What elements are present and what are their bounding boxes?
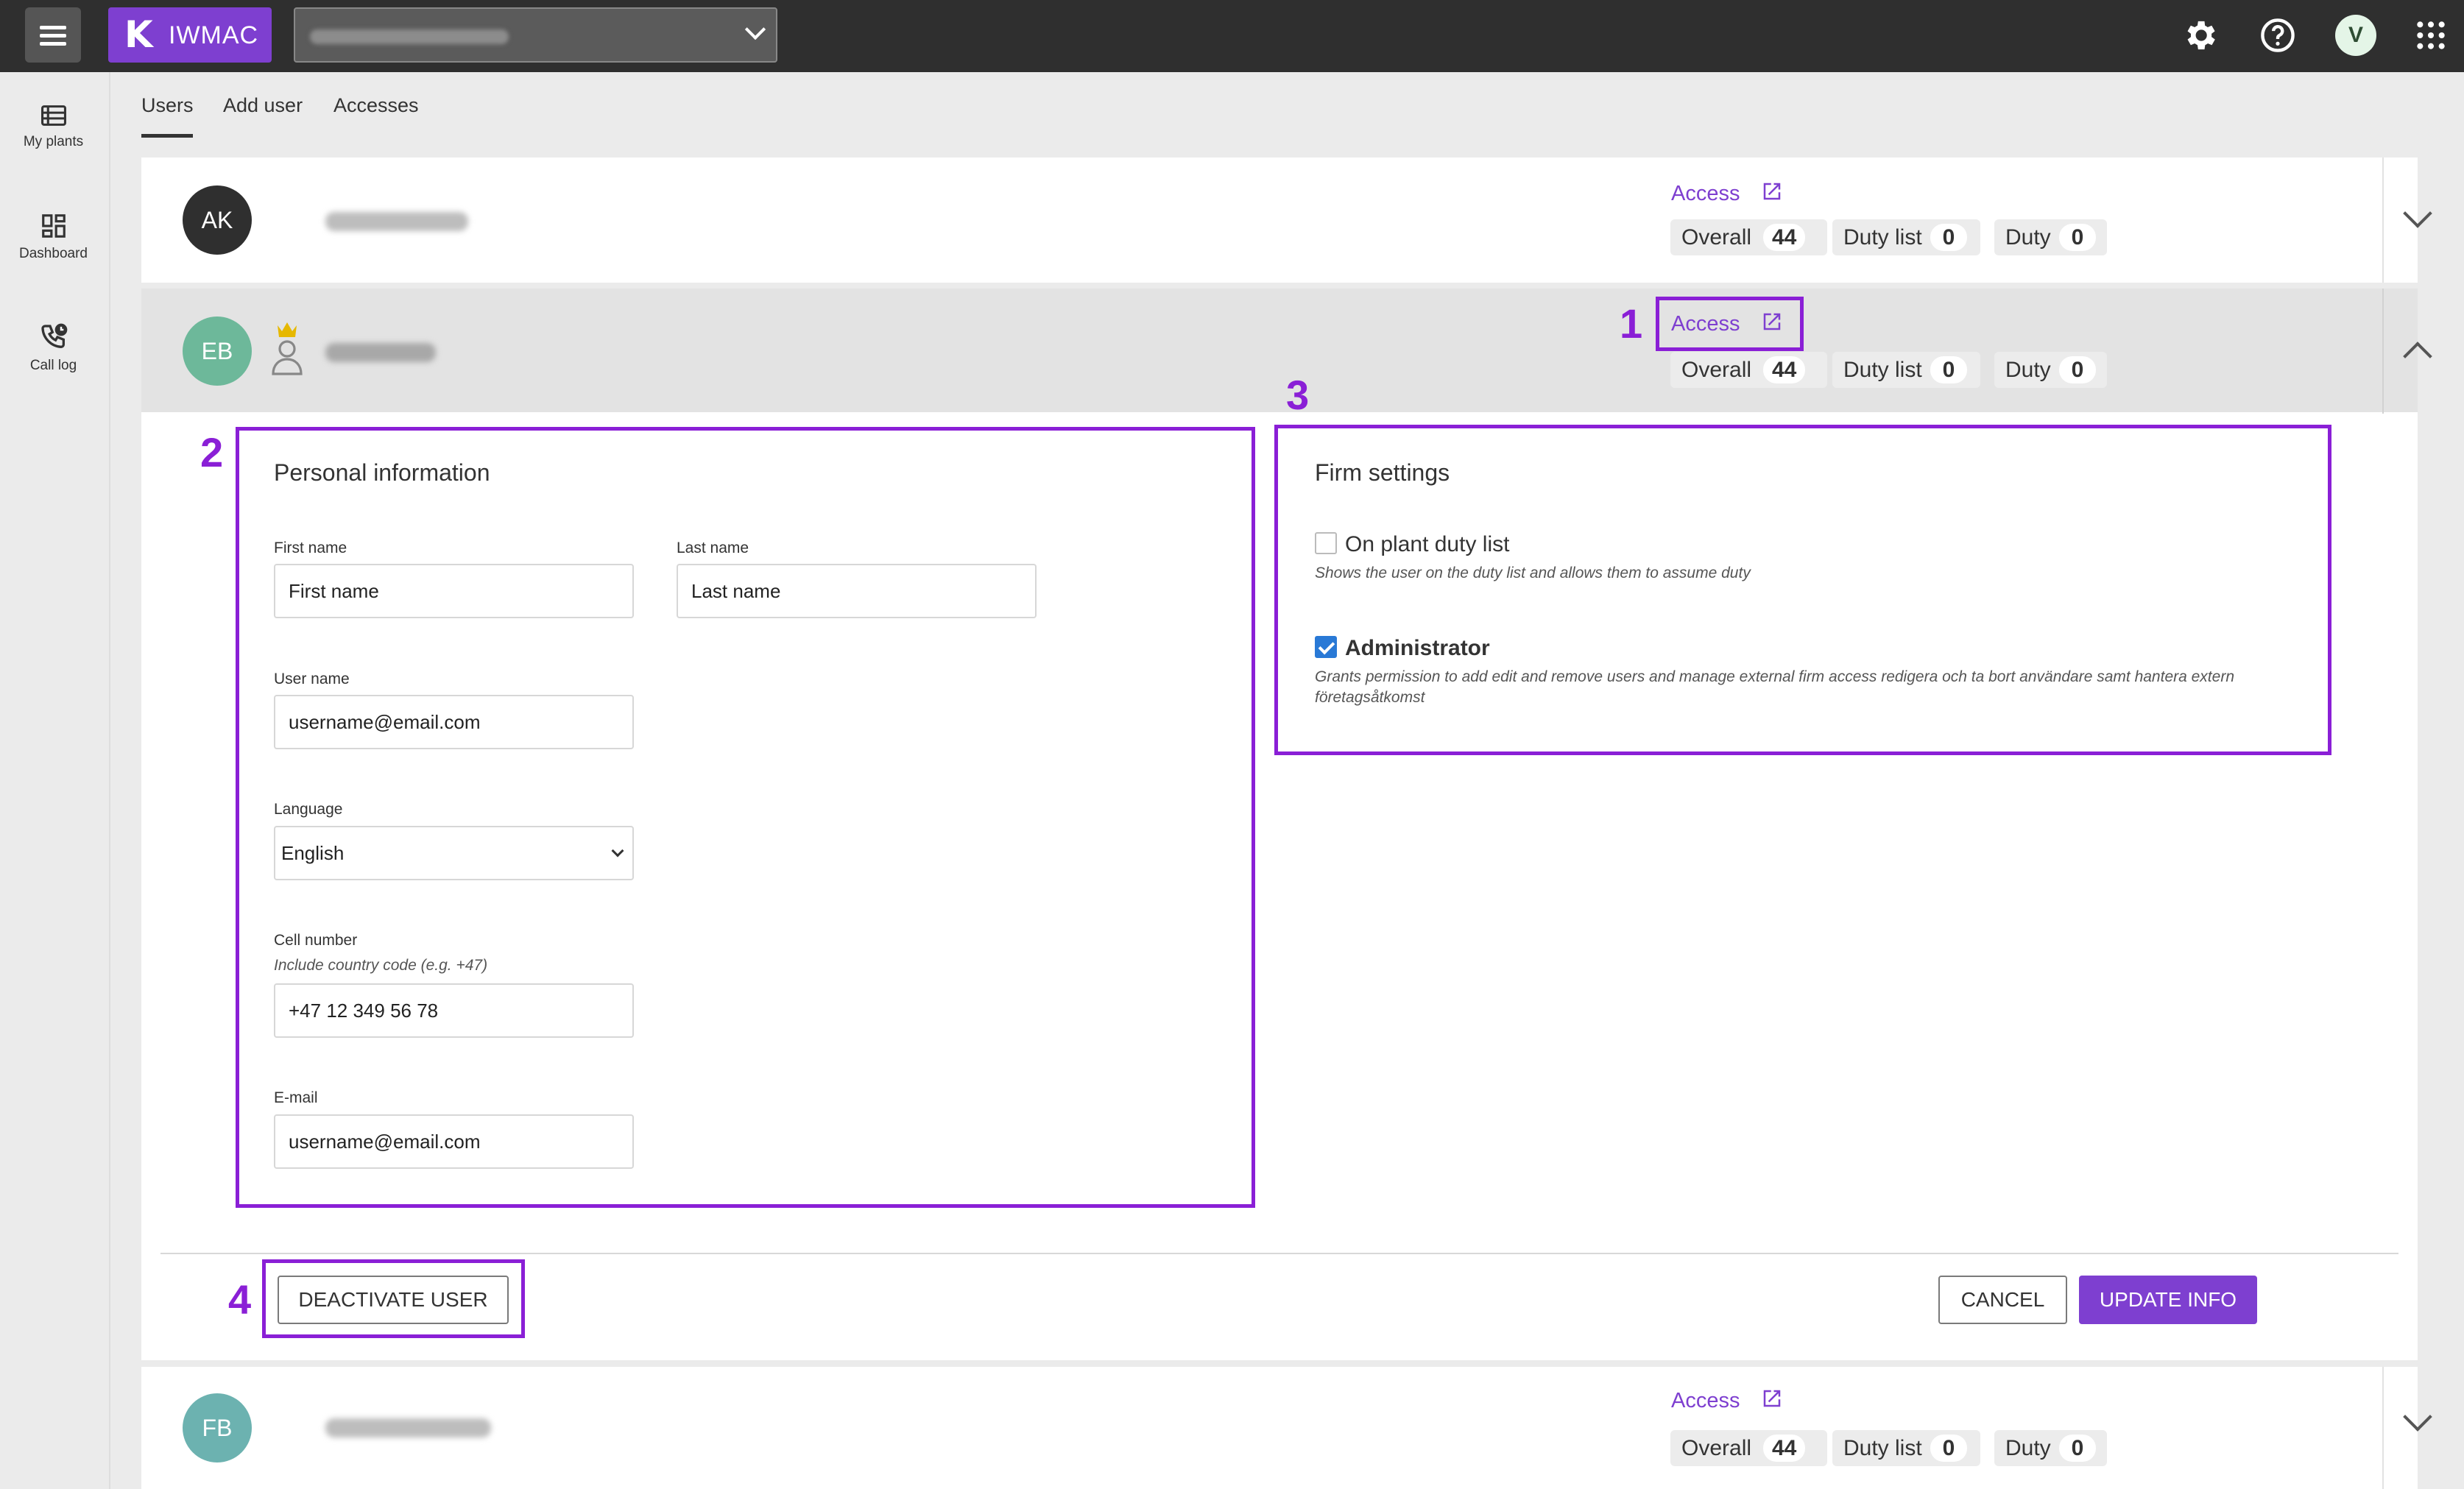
organization-select[interactable] <box>294 7 777 63</box>
access-link-label: Access <box>1671 1389 1740 1412</box>
duty-label: Duty <box>2005 225 2051 250</box>
access-link[interactable]: Access <box>1671 1389 1781 1413</box>
duty-label: Duty <box>2005 358 2051 382</box>
duty-list-chip: Duty list 0 <box>1832 1430 1980 1466</box>
annotation-box-1 <box>1656 297 1804 351</box>
duty-chip: Duty 0 <box>1994 352 2107 388</box>
duty-count: 0 <box>2059 224 2096 251</box>
duty-label: Duty <box>2005 1436 2051 1460</box>
annotation-number-3: 3 <box>1286 372 1310 418</box>
expand-toggle[interactable] <box>2382 158 2432 283</box>
external-link-icon <box>1763 183 1781 200</box>
overall-label: Overall <box>1681 1436 1752 1460</box>
overall-count: 44 <box>1763 356 1806 383</box>
duty-chip: Duty 0 <box>1994 219 2107 255</box>
list-icon <box>40 105 66 126</box>
sidebar-item-label: Call log <box>29 358 77 373</box>
overall-count: 44 <box>1763 224 1806 251</box>
overall-chip: Overall 44 <box>1670 1430 1827 1466</box>
duty-list-count: 0 <box>1930 224 1967 251</box>
overall-count: 44 <box>1763 1435 1806 1462</box>
annotation-box-3 <box>1274 425 2331 755</box>
logo-text: IWMAC <box>169 21 259 49</box>
overall-label: Overall <box>1681 225 1752 250</box>
tab-users[interactable]: Users <box>141 94 194 117</box>
overall-chip: Overall 44 <box>1670 352 1827 388</box>
logo-k-icon: K <box>124 13 153 56</box>
sidebar-item-call-log[interactable]: Call log <box>0 322 107 374</box>
avatar: EB <box>183 316 252 386</box>
overall-label: Overall <box>1681 358 1752 382</box>
help-icon[interactable] <box>2259 16 2297 54</box>
annotation-number-1: 1 <box>1620 300 1643 347</box>
duty-list-chip: Duty list 0 <box>1832 352 1980 388</box>
collapse-toggle[interactable] <box>2382 289 2432 414</box>
duty-list-label: Duty list <box>1843 225 1922 250</box>
annotation-number-2: 2 <box>200 429 224 475</box>
avatar: AK <box>183 185 252 255</box>
user-row-header[interactable]: EB Access Overall 44 Duty list 0 Duty 0 <box>141 289 2432 414</box>
external-link-icon <box>1763 1390 1781 1407</box>
chevron-down-icon <box>2403 199 2432 228</box>
dashboard-icon <box>41 214 66 238</box>
duty-list-label: Duty list <box>1843 358 1922 382</box>
sidebar-item-label: My plants <box>23 134 84 149</box>
duty-count: 0 <box>2059 1435 2096 1462</box>
tab-accesses[interactable]: Accesses <box>333 94 419 117</box>
chevron-up-icon <box>2403 342 2432 371</box>
duty-list-chip: Duty list 0 <box>1832 219 1980 255</box>
access-link-label: Access <box>1671 182 1740 205</box>
cancel-button[interactable]: CANCEL <box>1938 1276 2067 1324</box>
active-tab-indicator <box>141 134 193 138</box>
user-name-blurred <box>325 212 468 231</box>
user-avatar[interactable]: V <box>2335 15 2376 56</box>
apps-grid-icon[interactable] <box>2415 19 2447 52</box>
overall-chip: Overall 44 <box>1670 219 1827 255</box>
chevron-down-icon <box>744 18 766 40</box>
tab-bar: Users Add user Accesses <box>110 72 2464 140</box>
admin-crown-user-icon <box>272 322 303 375</box>
actions-divider <box>160 1253 2398 1254</box>
user-row-header[interactable]: FB Access Overall 44 Duty list 0 Duty 0 <box>141 1367 2432 1489</box>
settings-gear-icon[interactable] <box>2181 16 2219 54</box>
sidebar-item-my-plants[interactable]: My plants <box>0 103 107 150</box>
tab-add-user[interactable]: Add user <box>223 94 303 117</box>
app-logo[interactable]: K IWMAC <box>108 7 272 63</box>
sidebar-item-dashboard[interactable]: Dashboard <box>0 212 107 262</box>
user-name-blurred <box>325 343 436 362</box>
update-info-button[interactable]: UPDATE INFO <box>2079 1276 2257 1324</box>
chevron-down-icon <box>2403 1402 2432 1432</box>
sidebar: My plants Dashboard Call log <box>0 72 110 1489</box>
phone-clock-icon <box>40 323 67 349</box>
user-row[interactable]: AK Access Overall 44 Duty list 0 Duty 0 <box>141 158 2432 283</box>
expand-toggle[interactable] <box>2382 1367 2432 1489</box>
user-row[interactable]: FB Access Overall 44 Duty list 0 Duty 0 <box>141 1367 2432 1489</box>
sidebar-item-label: Dashboard <box>19 246 88 261</box>
organization-name-blurred <box>310 29 509 44</box>
user-row-header[interactable]: AK Access Overall 44 Duty list 0 Duty 0 <box>141 158 2432 283</box>
annotation-box-4 <box>262 1259 525 1338</box>
annotation-box-2 <box>236 427 1255 1208</box>
duty-list-count: 0 <box>1930 1435 1967 1462</box>
duty-list-label: Duty list <box>1843 1436 1922 1460</box>
avatar: FB <box>183 1393 252 1463</box>
hamburger-menu-icon[interactable] <box>25 7 81 63</box>
annotation-number-4: 4 <box>228 1276 252 1323</box>
user-name-blurred <box>325 1418 491 1437</box>
duty-count: 0 <box>2059 356 2096 383</box>
access-link[interactable]: Access <box>1671 182 1781 206</box>
duty-list-count: 0 <box>1930 356 1967 383</box>
duty-chip: Duty 0 <box>1994 1430 2107 1466</box>
top-bar: K IWMAC V <box>0 0 2464 72</box>
